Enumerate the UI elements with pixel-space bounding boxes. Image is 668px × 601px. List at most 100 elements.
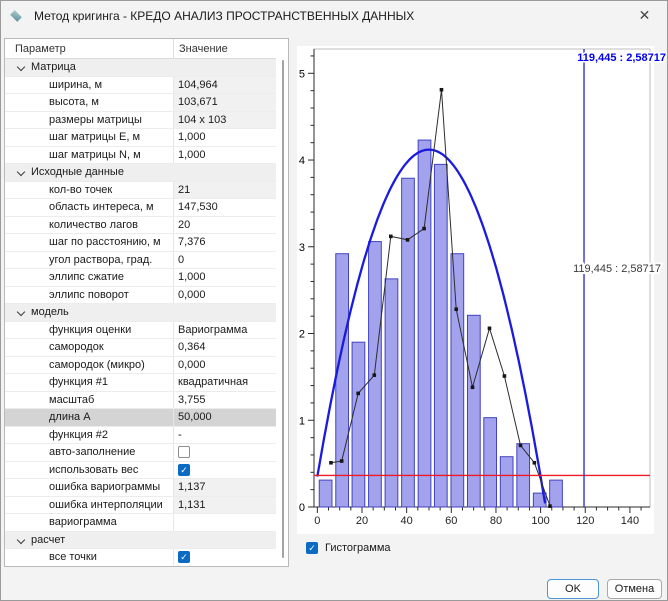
close-icon[interactable]: ✕ [622, 1, 667, 31]
table-row[interactable]: эллипс поворот0,000 [5, 287, 276, 305]
ok-button[interactable]: OK [547, 579, 599, 599]
table-row[interactable]: использовать вес ✓ [5, 462, 276, 480]
param-name-cell: угол раствора, град. [5, 252, 174, 269]
param-value-cell[interactable]: 1,000 [174, 147, 276, 164]
table-row[interactable]: Исходные данные [5, 164, 276, 182]
param-value-cell[interactable]: 0,364 [174, 339, 276, 356]
param-name-cell: ошибка интерполяции [5, 497, 174, 514]
table-row[interactable]: шаг по расстоянию, м7,376 [5, 234, 276, 252]
param-value-cell[interactable]: Вариограмма [174, 322, 276, 339]
param-name-cell: функция оценки [5, 322, 174, 339]
param-value-cell[interactable]: 0,000 [174, 287, 276, 304]
param-value-cell[interactable]: 104,964 [174, 77, 276, 94]
param-value-cell [174, 304, 276, 321]
table-row[interactable]: модель [5, 304, 276, 322]
param-name-cell: размеры матрицы [5, 112, 174, 129]
svg-text:20: 20 [356, 515, 368, 527]
table-row[interactable]: авто-заполнение [5, 444, 276, 462]
param-value-cell[interactable]: 3,755 [174, 392, 276, 409]
table-row[interactable]: ширина, м104,964 [5, 77, 276, 95]
param-value-cell[interactable]: 0 [174, 252, 276, 269]
param-value-cell[interactable]: 20 [174, 217, 276, 234]
table-row[interactable]: длина А50,000 [5, 409, 276, 427]
histogram-checkbox[interactable]: ✓ [306, 542, 318, 554]
table-row[interactable]: кол-во точек21 [5, 182, 276, 200]
param-name-cell: ошибка вариограммы [5, 479, 174, 496]
checkbox[interactable] [178, 446, 190, 458]
table-scrollbar[interactable] [282, 60, 284, 558]
parameter-table: Параметр Значение Матрицаширина, м104,96… [4, 38, 289, 567]
param-value-cell[interactable]: 50,000 [174, 409, 276, 426]
param-value-cell[interactable]: квадратичная [174, 374, 276, 391]
param-value-cell[interactable] [174, 514, 276, 531]
cancel-button[interactable]: Отмена [607, 579, 662, 599]
param-value-cell[interactable]: 21 [174, 182, 276, 199]
param-value-cell [174, 164, 276, 181]
param-value-cell[interactable]: ✓ [174, 549, 276, 566]
param-value-cell[interactable]: 7,376 [174, 234, 276, 251]
table-row[interactable]: функция #1квадратичная [5, 374, 276, 392]
table-row[interactable]: количество лагов20 [5, 217, 276, 235]
table-row[interactable]: Матрица [5, 59, 276, 77]
svg-text:100: 100 [531, 515, 549, 527]
param-name-cell: шаг по расстоянию, м [5, 234, 174, 251]
param-value-cell[interactable]: 1,137 [174, 479, 276, 496]
histogram-checkbox-label: Гистограмма [325, 542, 391, 554]
param-value-cell[interactable]: 0,000 [174, 357, 276, 374]
histogram-checkbox-row[interactable]: ✓ Гистограмма [306, 542, 391, 554]
param-name-cell: вариограмма [5, 514, 174, 531]
param-value-cell[interactable]: 1,000 [174, 269, 276, 286]
param-name-cell: эллипс сжатие [5, 269, 174, 286]
table-row[interactable]: ошибка вариограммы1,137 [5, 479, 276, 497]
table-row[interactable]: эллипс сжатие1,000 [5, 269, 276, 287]
table-row[interactable]: высота, м103,671 [5, 94, 276, 112]
table-row[interactable]: шаг матрицы N, м1,000 [5, 147, 276, 165]
param-name-cell: функция #1 [5, 374, 174, 391]
table-row[interactable]: вариограмма [5, 514, 276, 532]
table-row[interactable]: размеры матрицы104 x 103 [5, 112, 276, 130]
table-row[interactable]: функция оценкиВариограмма [5, 322, 276, 340]
cursor-coordinates-label-top: 119,445 : 2,58717 [577, 52, 666, 64]
param-value-cell[interactable] [174, 444, 276, 461]
table-row[interactable]: расчет [5, 532, 276, 550]
param-value-cell[interactable]: ✓ [174, 462, 276, 479]
param-value-cell[interactable]: - [174, 427, 276, 444]
app-icon [10, 10, 22, 22]
param-value-cell[interactable]: 103,671 [174, 94, 276, 111]
param-value-cell[interactable]: 1,131 [174, 497, 276, 514]
svg-text:5: 5 [299, 68, 305, 80]
param-name-cell: масштаб [5, 392, 174, 409]
param-name-cell: Матрица [5, 59, 174, 76]
checkbox[interactable]: ✓ [178, 464, 190, 476]
table-row[interactable]: ошибка интерполяции1,131 [5, 497, 276, 515]
table-row[interactable]: масштаб3,755 [5, 392, 276, 410]
svg-text:2: 2 [299, 329, 305, 341]
table-row[interactable]: шаг матрицы E, м1,000 [5, 129, 276, 147]
param-value-cell[interactable]: 104 x 103 [174, 112, 276, 129]
table-row[interactable]: функция #2- [5, 427, 276, 445]
svg-text:3: 3 [299, 242, 305, 254]
param-name-cell: шаг матрицы E, м [5, 129, 174, 146]
window-title: Метод кригинга - КРЕДО АНАЛИЗ ПРОСТРАНСТ… [34, 9, 414, 23]
param-name-cell: все точки [5, 549, 174, 566]
param-value-cell [174, 532, 276, 549]
param-name-cell: ширина, м [5, 77, 174, 94]
param-value-cell[interactable]: 1,000 [174, 129, 276, 146]
table-header: Параметр Значение [5, 39, 276, 59]
checkbox[interactable]: ✓ [178, 551, 190, 563]
cursor-coordinates-label: 119,445 : 2,58717 [573, 263, 661, 275]
param-name-cell: использовать вес [5, 462, 174, 479]
table-row[interactable]: самородок (микро)0,000 [5, 357, 276, 375]
param-value-cell[interactable]: 147,530 [174, 199, 276, 216]
column-header-value: Значение [174, 39, 276, 58]
title-bar: Метод кригинга - КРЕДО АНАЛИЗ ПРОСТРАНСТ… [1, 1, 667, 31]
param-name-cell: длина А [5, 409, 174, 426]
table-row[interactable]: все точки ✓ [5, 549, 276, 566]
table-row[interactable]: угол раствора, град.0 [5, 252, 276, 270]
svg-text:1: 1 [299, 415, 305, 427]
param-value-cell [174, 59, 276, 76]
table-row[interactable]: самородок0,364 [5, 339, 276, 357]
param-name-cell: эллипс поворот [5, 287, 174, 304]
variogram-chart[interactable]: 020406080100120140012345119,445 : 2,5871… [297, 46, 668, 538]
table-row[interactable]: область интереса, м147,530 [5, 199, 276, 217]
